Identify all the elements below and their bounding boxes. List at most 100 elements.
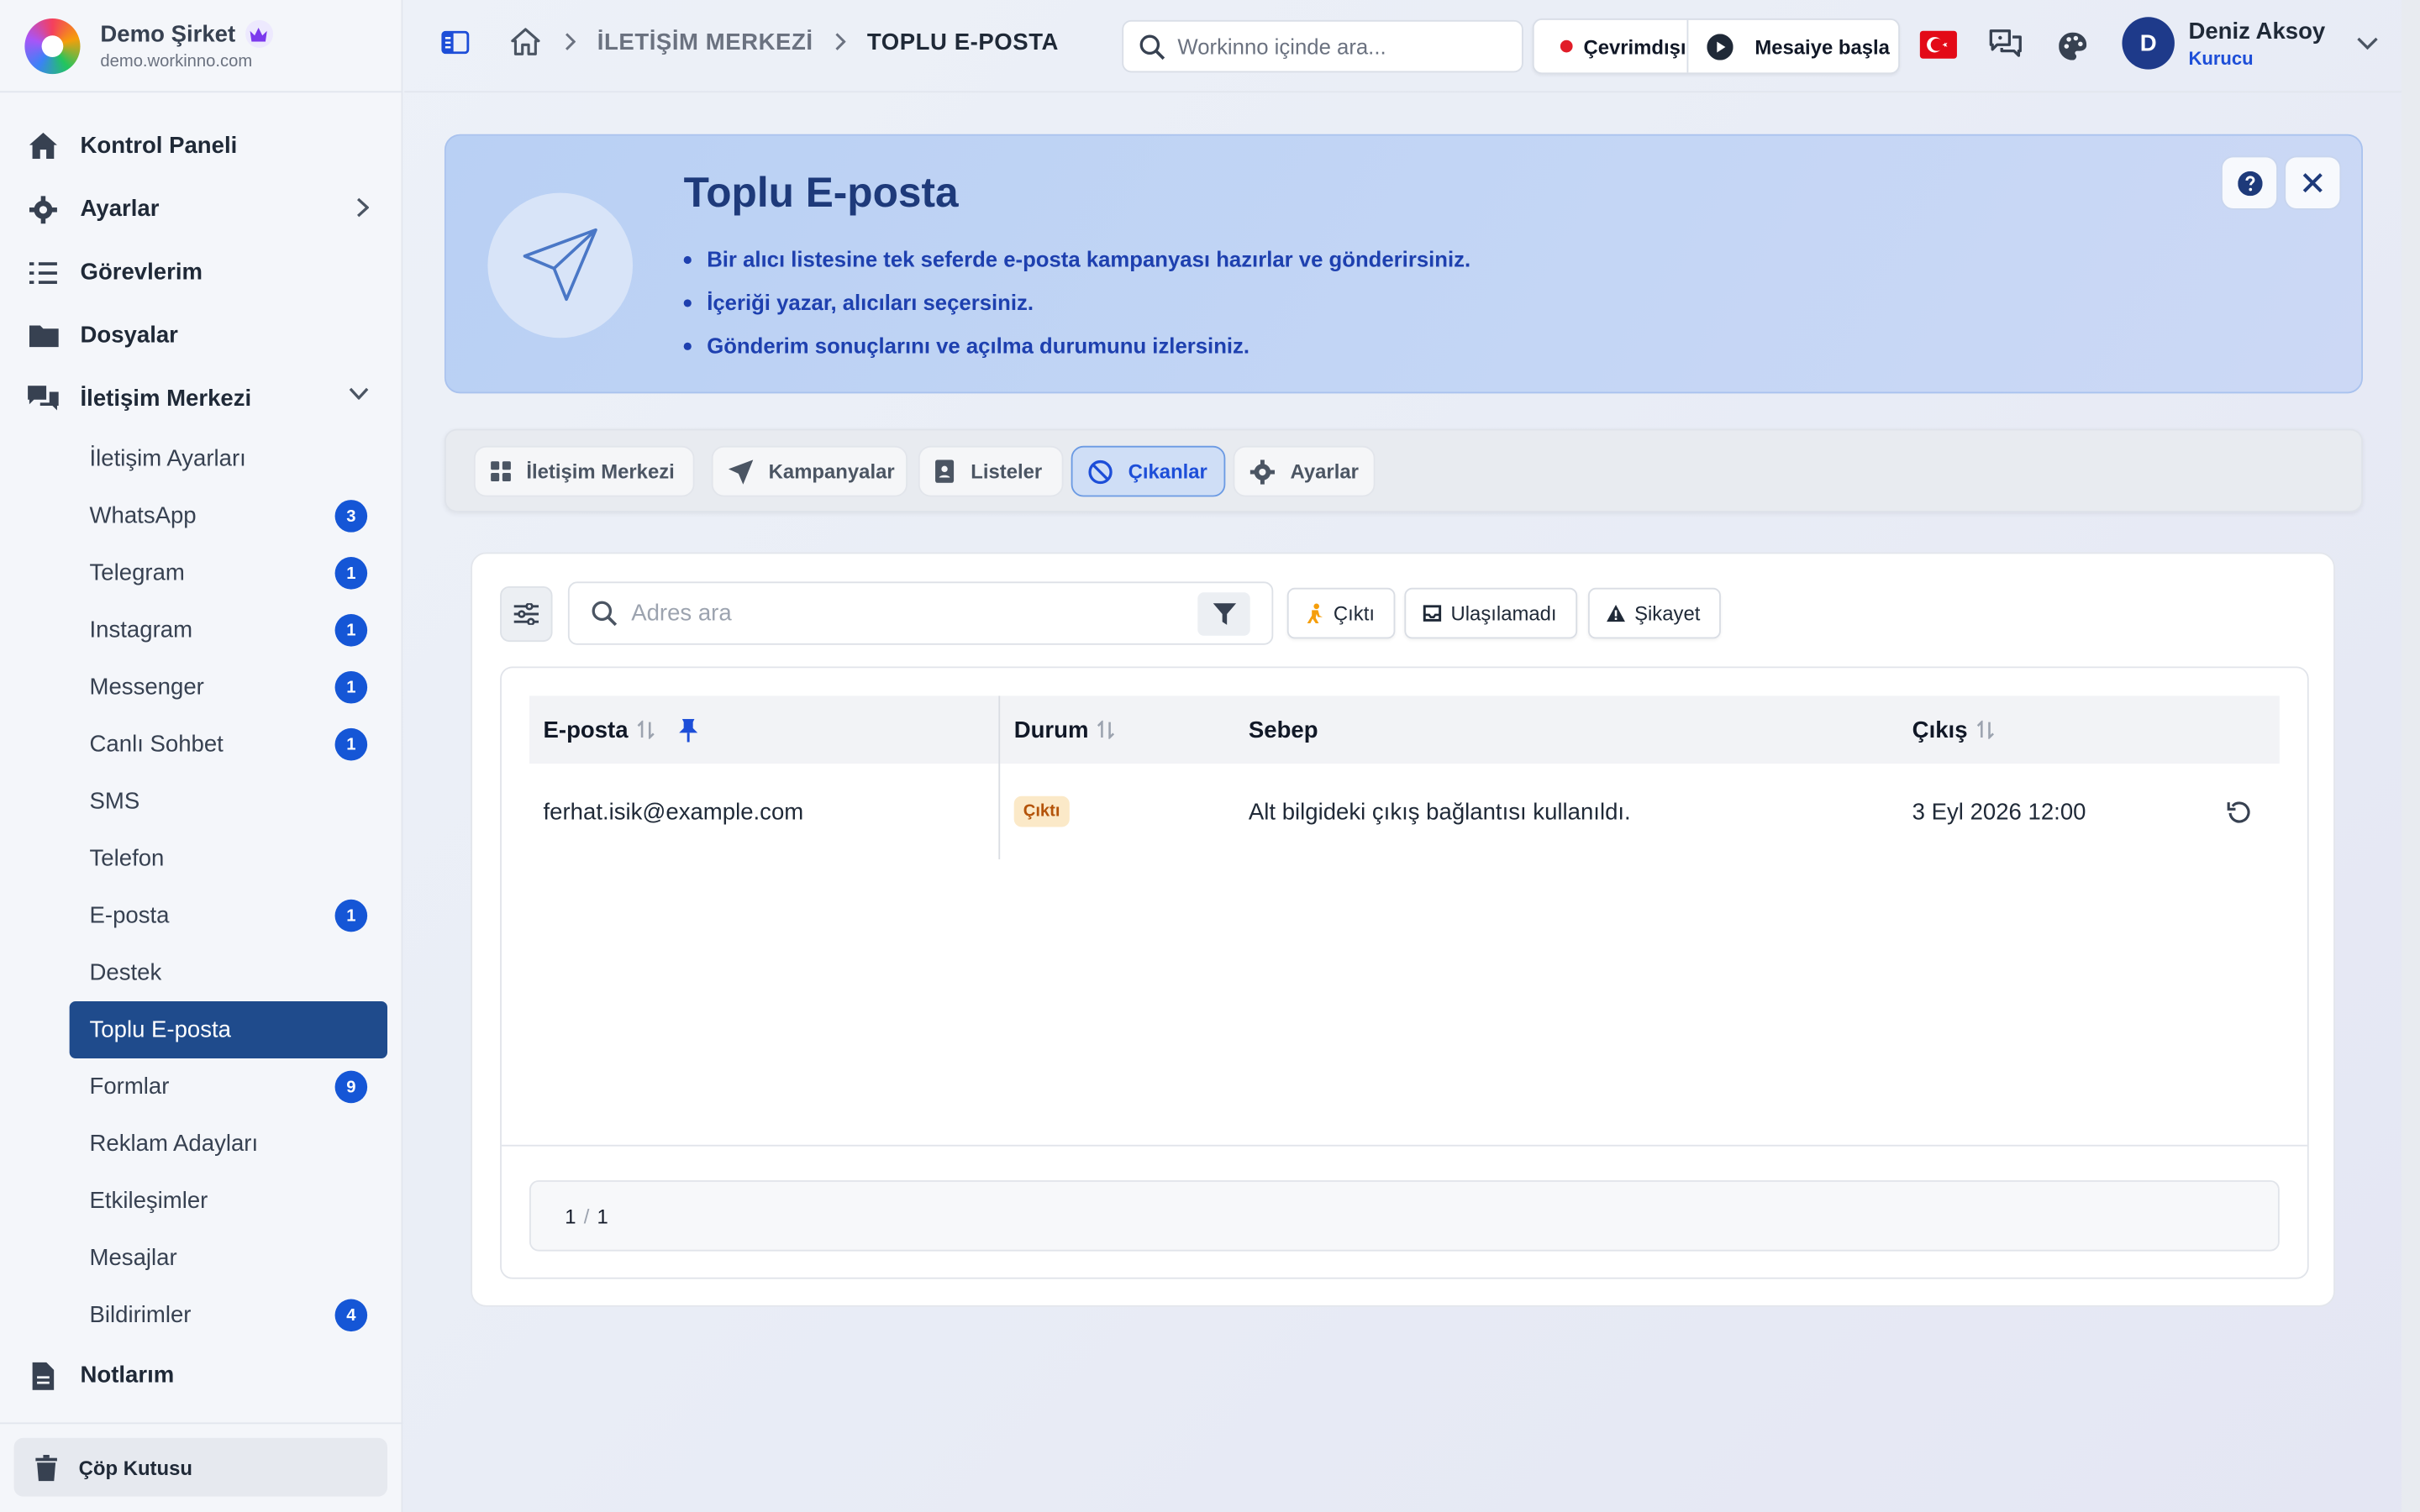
- sub-item-support[interactable]: Destek: [70, 944, 387, 1001]
- trash-label: Çöp Kutusu: [78, 1455, 192, 1479]
- sidebar-toggle-icon[interactable]: [441, 29, 470, 54]
- pin-icon[interactable]: [679, 717, 698, 742]
- chat-bubbles-icon: [28, 383, 59, 414]
- sub-item-sms[interactable]: SMS: [70, 773, 387, 830]
- company-logo: [24, 18, 81, 74]
- help-button[interactable]: [2221, 155, 2278, 210]
- sub-item-interactions[interactable]: Etkileşimler: [70, 1173, 387, 1230]
- sub-item-instagram[interactable]: Instagram 1: [70, 601, 387, 659]
- column-unsubscribed-at[interactable]: Çıkış: [1912, 696, 1994, 764]
- count-badge: 1: [334, 557, 368, 590]
- unsubscribes-panel: Çıktı Ulaşılamadı Şikayet E-posta: [471, 552, 2335, 1307]
- filter-chip-complaint[interactable]: Şikayet: [1587, 587, 1721, 639]
- data-table: E-posta Durum Sebep Çıkış ferhat.isik@ex…: [500, 666, 2309, 1279]
- company-domain: demo.workinno.com: [100, 52, 253, 71]
- sub-item-telegram[interactable]: Telegram 1: [70, 544, 387, 601]
- chip-label: Çıktı: [1333, 601, 1376, 625]
- module-tabs: İletişim Merkezi Kampanyalar Listeler Çı…: [444, 428, 2363, 512]
- column-status[interactable]: Durum: [1014, 696, 1115, 764]
- sub-item-phone[interactable]: Telefon: [70, 830, 387, 887]
- filter-settings-button[interactable]: [500, 585, 553, 643]
- crown-icon: [245, 19, 273, 48]
- sort-icon[interactable]: [1976, 720, 1994, 739]
- sub-item-email[interactable]: E-posta 1: [70, 887, 387, 944]
- filter-chip-unreachable[interactable]: Ulaşılamadı: [1404, 587, 1578, 639]
- start-shift-button[interactable]: Mesaiye başla: [1688, 20, 1898, 72]
- count-badge: 1: [334, 670, 368, 704]
- page-title: Toplu E-posta: [683, 170, 959, 217]
- avatar: D: [2122, 17, 2175, 70]
- count-badge: 1: [334, 727, 368, 761]
- sub-item-bulk-email[interactable]: Toplu E-posta: [69, 1001, 388, 1058]
- undo-icon: [2227, 799, 2251, 823]
- table-row[interactable]: ferhat.isik@example.com Çıktı Alt bilgid…: [529, 764, 2280, 859]
- page-current: 1: [565, 1204, 576, 1228]
- page-total: 1: [597, 1204, 608, 1228]
- tab-campaigns[interactable]: Kampanyalar: [711, 445, 908, 497]
- nav-item-settings[interactable]: Ayarlar: [0, 177, 402, 240]
- count-badge: 4: [334, 1299, 368, 1332]
- status-label: Çevrimdışı: [1583, 34, 1686, 58]
- nav-item-files[interactable]: Dosyalar: [0, 304, 402, 367]
- column-email[interactable]: E-posta: [544, 696, 698, 764]
- chip-label: Ulaşılamadı: [1450, 601, 1557, 625]
- home-icon[interactable]: [511, 28, 540, 55]
- tab-label: Kampanyalar: [768, 459, 895, 483]
- sub-item-whatsapp[interactable]: WhatsApp 3: [70, 487, 387, 544]
- status-offline-button[interactable]: Çevrimdışı: [1534, 19, 1689, 73]
- close-button[interactable]: [2284, 155, 2342, 210]
- tab-communication-center[interactable]: İletişim Merkezi: [473, 445, 695, 497]
- send-icon: [728, 459, 754, 484]
- sort-icon[interactable]: [637, 720, 655, 739]
- page-hero: Toplu E-posta Bir alıcı listesine tek se…: [444, 134, 2363, 394]
- global-search-input[interactable]: Workinno içinde ara...: [1122, 19, 1523, 73]
- warning-icon: [1607, 604, 1626, 622]
- user-menu[interactable]: D Deniz Aksoy Kurucu: [2122, 17, 2378, 70]
- gear-icon: [28, 194, 59, 225]
- inbox-icon: [1423, 605, 1442, 622]
- nav-item-dashboard[interactable]: Kontrol Paneli: [0, 114, 402, 177]
- nav-item-notes[interactable]: Notlarım: [0, 1344, 402, 1407]
- divider: [0, 1422, 403, 1425]
- filter-chip-unsubscribed[interactable]: Çıktı: [1286, 587, 1396, 639]
- walking-person-icon: [1306, 603, 1324, 624]
- presence-control: Çevrimdışı Mesaiye başla: [1532, 18, 1900, 75]
- breadcrumb-communication-center[interactable]: İLETİŞİM MERKEZİ: [597, 29, 813, 55]
- page-scrollbar[interactable]: [2401, 0, 2420, 1512]
- cell-reason: Alt bilgideki çıkış bağlantısı kullanıld…: [1248, 798, 1631, 825]
- brand-header[interactable]: Demo Şirket demo.workinno.com: [0, 0, 403, 93]
- chevron-right-icon: [834, 33, 846, 51]
- tab-unsubscribed[interactable]: Çıkanlar: [1071, 445, 1226, 497]
- nav-label: Dosyalar: [80, 322, 178, 349]
- nav-label: Notlarım: [80, 1362, 175, 1389]
- sub-item-forms[interactable]: Formlar 9: [70, 1058, 387, 1116]
- filter-button[interactable]: [1197, 592, 1250, 636]
- trash-button[interactable]: Çöp Kutusu: [13, 1437, 388, 1497]
- nav-label: Ayarlar: [80, 196, 160, 223]
- hero-description: Bir alıcı listesine tek seferde e-posta …: [684, 238, 1470, 367]
- sidebar: Demo Şirket demo.workinno.com Kontrol Pa…: [0, 0, 403, 1512]
- cell-status: Çıktı: [1013, 764, 1070, 859]
- sub-item-messages[interactable]: Mesajlar: [70, 1230, 387, 1287]
- hero-bullet: Gönderim sonuçlarını ve açılma durumunu …: [684, 324, 1470, 367]
- address-search-input[interactable]: [631, 600, 1187, 627]
- nav-item-communication-center[interactable]: İletişim Merkezi: [0, 367, 402, 430]
- nav-item-tasks[interactable]: Görevlerim: [0, 241, 402, 304]
- palette-icon[interactable]: [2059, 32, 2087, 60]
- tab-lists[interactable]: Listeler: [918, 445, 1064, 497]
- sub-item-notifications[interactable]: Bildirimler 4: [70, 1287, 387, 1344]
- count-badge: 3: [334, 500, 368, 533]
- sub-item-ad-leads[interactable]: Reklam Adayları: [70, 1116, 387, 1173]
- chat-support-icon[interactable]: [1989, 29, 2023, 60]
- sub-item-live-chat[interactable]: Canlı Sohbet 1: [70, 716, 387, 773]
- sort-icon[interactable]: [1097, 720, 1115, 739]
- sub-item-messenger[interactable]: Messenger 1: [70, 659, 387, 716]
- user-name: Deniz Aksoy: [2188, 18, 2326, 45]
- note-icon: [28, 1360, 59, 1391]
- turkish-flag-icon[interactable]: [1919, 30, 1957, 59]
- paper-plane-icon: [487, 192, 634, 339]
- sub-item-communication-settings[interactable]: İletişim Ayarları: [70, 430, 387, 487]
- restore-button[interactable]: [2227, 764, 2251, 859]
- tab-settings[interactable]: Ayarlar: [1233, 445, 1376, 497]
- search-icon: [591, 600, 618, 627]
